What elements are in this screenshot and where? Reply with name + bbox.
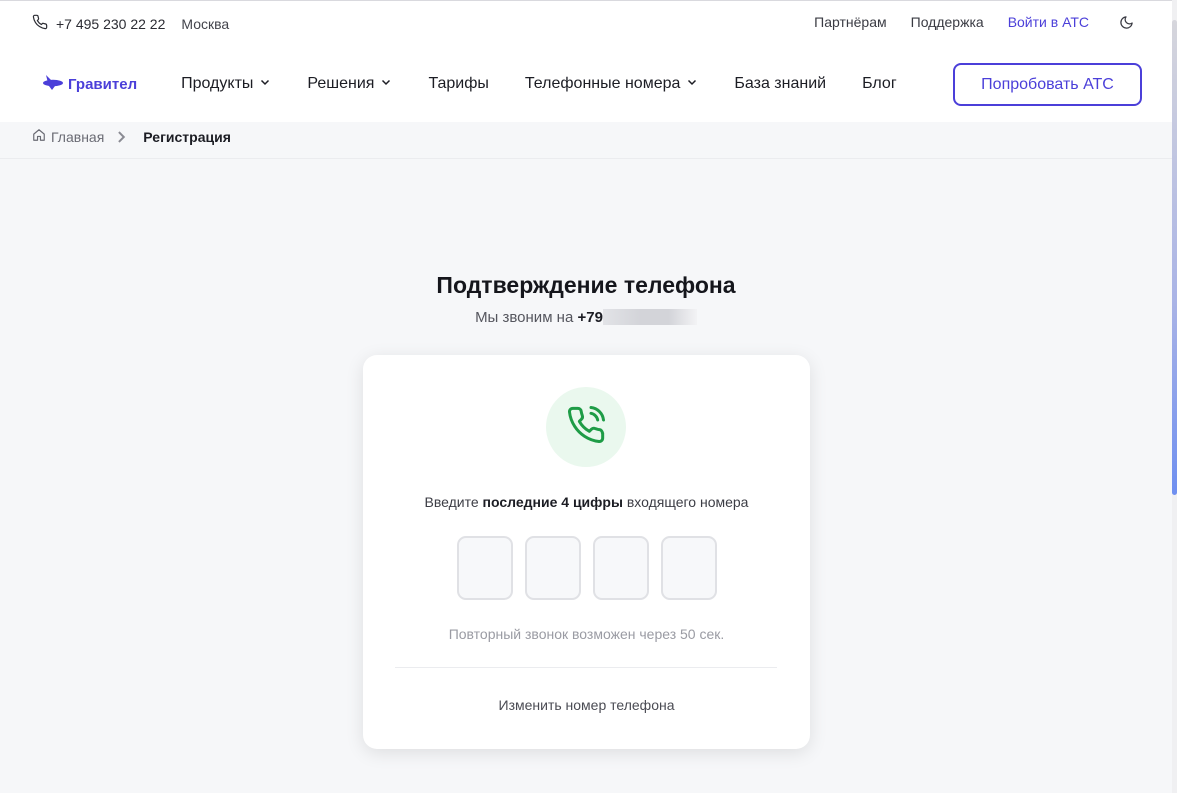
login-link[interactable]: Войти в АТС <box>1008 14 1089 30</box>
nav-item-tariffs[interactable]: Тарифы <box>428 75 488 93</box>
code-instruction: Введите последние 4 цифры входящего номе… <box>363 494 810 510</box>
masked-phone-number: +79 <box>577 309 603 326</box>
breadcrumb-current: Регистрация <box>143 128 231 145</box>
page-subtitle: Мы звоним на +79 <box>0 309 1172 326</box>
nav-item-label: Телефонные номера <box>524 75 681 92</box>
card-divider <box>395 667 777 668</box>
resend-timer: Повторный звонок возможен через 50 сек. <box>448 626 725 642</box>
logo-text: Гравител <box>68 75 138 93</box>
breadcrumb-home-link[interactable]: Главная <box>51 129 104 145</box>
nav-item-blog[interactable]: Блог <box>862 75 897 93</box>
chevron-down-icon <box>680 75 698 93</box>
logo[interactable]: Гравител <box>40 72 137 96</box>
header-phone-number[interactable]: +7 495 230 22 22 <box>56 16 165 32</box>
phone-icon <box>32 14 56 33</box>
page-title: Подтверждение телефона <box>436 272 736 298</box>
nav-item-label: Решения <box>307 75 375 92</box>
breadcrumb: Главная Регистрация <box>32 128 231 145</box>
nav-item-products[interactable]: Продукты <box>181 75 271 93</box>
main-nav: Гравител Продукты Решения Тарифы Телефон… <box>40 63 1142 106</box>
call-indicator <box>546 387 626 467</box>
instruction-emphasis: последние 4 цифры <box>482 494 623 510</box>
code-digit-input-2[interactable] <box>525 536 581 600</box>
subtitle-text: Мы звоним на <box>475 309 578 326</box>
top-links: Партнёрам Поддержка Войти в АТС <box>790 14 1134 30</box>
header: +7 495 230 22 22 Москва Партнёрам Поддер… <box>0 0 1172 122</box>
code-digit-input-3[interactable] <box>593 536 649 600</box>
instruction-text: Введите <box>424 494 483 510</box>
logo-icon <box>40 72 68 96</box>
support-link[interactable]: Поддержка <box>911 14 984 30</box>
nav-item-solutions[interactable]: Решения <box>307 75 392 93</box>
phone-redaction <box>602 309 697 325</box>
code-digit-input-1[interactable] <box>457 536 513 600</box>
change-number-link[interactable]: Изменить номер телефона <box>363 697 810 713</box>
partners-link[interactable]: Партнёрам <box>814 14 886 30</box>
header-divider <box>0 158 1172 159</box>
code-input-group <box>457 536 717 600</box>
chevron-right-icon <box>114 130 133 144</box>
nav-item-label: Блог <box>862 75 897 92</box>
moon-icon[interactable] <box>1119 15 1134 30</box>
nav-item-label: Продукты <box>181 75 254 92</box>
nav-item-phone-numbers[interactable]: Телефонные номера <box>525 75 698 93</box>
chevron-down-icon <box>374 75 392 93</box>
nav-item-label: База знаний <box>734 75 827 92</box>
chevron-down-icon <box>253 75 271 93</box>
nav-item-label: Тарифы <box>428 75 489 92</box>
try-ats-button[interactable]: Попробовать АТС <box>953 63 1142 106</box>
page: +7 495 230 22 22 Москва Партнёрам Поддер… <box>0 0 1177 793</box>
contact-info: +7 495 230 22 22 Москва <box>32 14 229 33</box>
verification-card: Введите последние 4 цифры входящего номе… <box>363 355 810 749</box>
city-selector[interactable]: Москва <box>181 16 229 32</box>
code-digit-input-4[interactable] <box>661 536 717 600</box>
instruction-text: входящего номера <box>622 494 749 510</box>
home-icon <box>32 128 51 145</box>
nav-item-knowledge-base[interactable]: База знаний <box>734 75 826 93</box>
phone-calling-icon <box>566 405 606 450</box>
scrollbar-thumb[interactable] <box>1172 20 1177 495</box>
